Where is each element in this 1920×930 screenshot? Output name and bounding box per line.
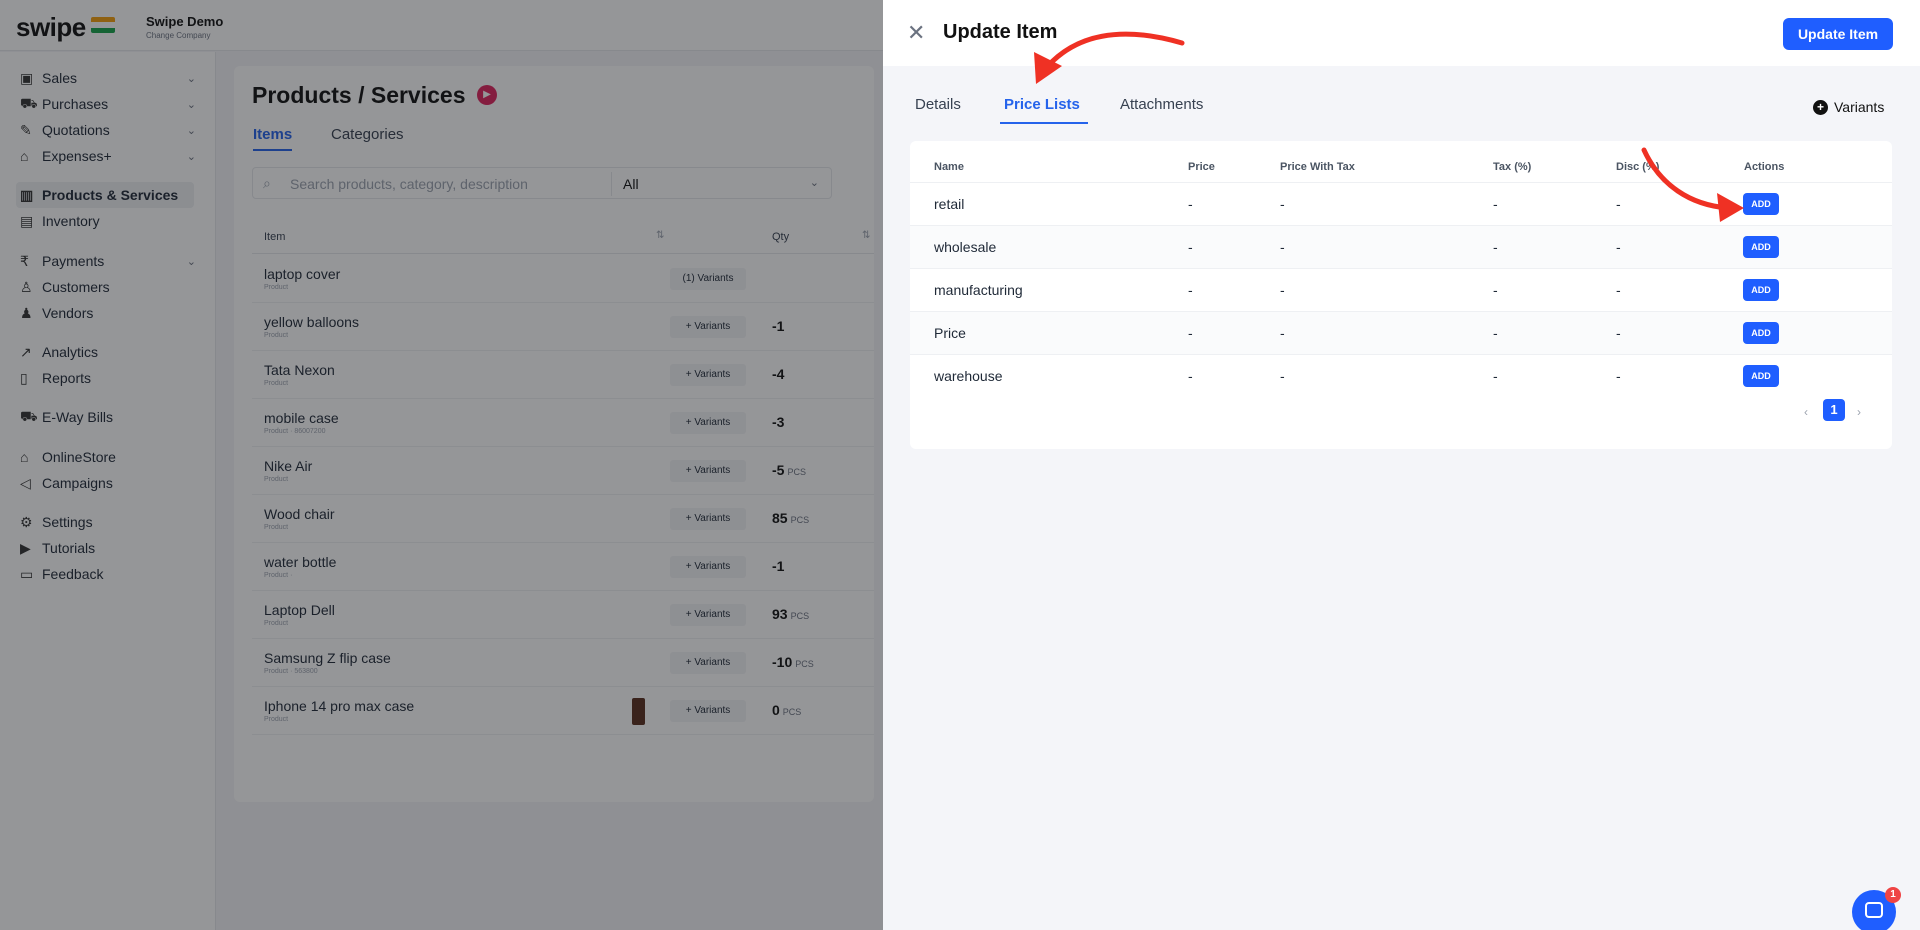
price-list-row: wholesale - - - - ADD — [910, 225, 1892, 268]
drawer-header: ✕ Update Item Update Item — [883, 0, 1920, 66]
disc-cell: - — [1616, 368, 1621, 384]
tax-cell: - — [1493, 239, 1498, 255]
tab-attachments[interactable]: Attachments — [1120, 96, 1203, 113]
price-with-tax-cell: - — [1280, 239, 1285, 255]
price-with-tax-cell: - — [1280, 368, 1285, 384]
variants-label: Variants — [1834, 99, 1885, 115]
notification-badge: 1 — [1885, 887, 1901, 903]
column-tax: Tax (%) — [1493, 161, 1532, 173]
update-item-button[interactable]: Update Item — [1783, 18, 1893, 50]
disc-cell: - — [1616, 239, 1621, 255]
price-list-row: retail - - - - ADD — [910, 182, 1892, 225]
price-with-tax-cell: - — [1280, 325, 1285, 341]
disc-cell: - — [1616, 196, 1621, 212]
price-list-name: warehouse — [934, 368, 1003, 384]
price-cell: - — [1188, 282, 1193, 298]
add-price-button[interactable]: ADD — [1743, 365, 1779, 387]
price-list-row: warehouse - - - - ADD — [910, 354, 1892, 397]
column-disc: Disc (%) — [1616, 161, 1660, 173]
column-actions: Actions — [1744, 161, 1785, 173]
column-price-with-tax: Price With Tax — [1280, 161, 1355, 173]
add-price-button[interactable]: ADD — [1743, 236, 1779, 258]
tax-cell: - — [1493, 325, 1498, 341]
add-price-button[interactable]: ADD — [1743, 322, 1779, 344]
chat-icon — [1865, 902, 1883, 918]
price-with-tax-cell: - — [1280, 196, 1285, 212]
close-icon[interactable]: ✕ — [907, 20, 925, 46]
column-name: Name — [934, 161, 964, 173]
tab-details[interactable]: Details — [915, 96, 961, 113]
update-item-drawer: ✕ Update Item Update Item Details Price … — [883, 0, 1920, 930]
price-list-name: retail — [934, 196, 965, 212]
price-list-row: manufacturing - - - - ADD — [910, 268, 1892, 311]
chevron-right-icon[interactable]: › — [1857, 405, 1861, 419]
pagination-page-1[interactable]: 1 — [1823, 399, 1845, 421]
price-cell: - — [1188, 325, 1193, 341]
plus-circle-icon: + — [1813, 99, 1828, 115]
price-lists-table: Name Price Price With Tax Tax (%) Disc (… — [910, 141, 1892, 449]
disc-cell: - — [1616, 325, 1621, 341]
tax-cell: - — [1493, 368, 1498, 384]
tab-price-lists[interactable]: Price Lists — [1000, 96, 1088, 124]
price-list-row: Price - - - - ADD — [910, 311, 1892, 354]
price-list-name: Price — [934, 325, 966, 341]
price-cell: - — [1188, 368, 1193, 384]
price-list-name: wholesale — [934, 239, 997, 255]
disc-cell: - — [1616, 282, 1621, 298]
tax-cell: - — [1493, 282, 1498, 298]
add-price-button[interactable]: ADD — [1743, 279, 1779, 301]
price-cell: - — [1188, 239, 1193, 255]
column-price: Price — [1188, 161, 1215, 173]
add-price-button[interactable]: ADD — [1743, 193, 1779, 215]
chevron-left-icon[interactable]: ‹ — [1804, 405, 1808, 419]
drawer-title: Update Item — [943, 21, 1058, 43]
chat-support-button[interactable]: 1 — [1852, 887, 1901, 930]
price-with-tax-cell: - — [1280, 282, 1285, 298]
price-cell: - — [1188, 196, 1193, 212]
variants-link[interactable]: + Variants — [1813, 99, 1884, 115]
tax-cell: - — [1493, 196, 1498, 212]
price-list-name: manufacturing — [934, 282, 1023, 298]
